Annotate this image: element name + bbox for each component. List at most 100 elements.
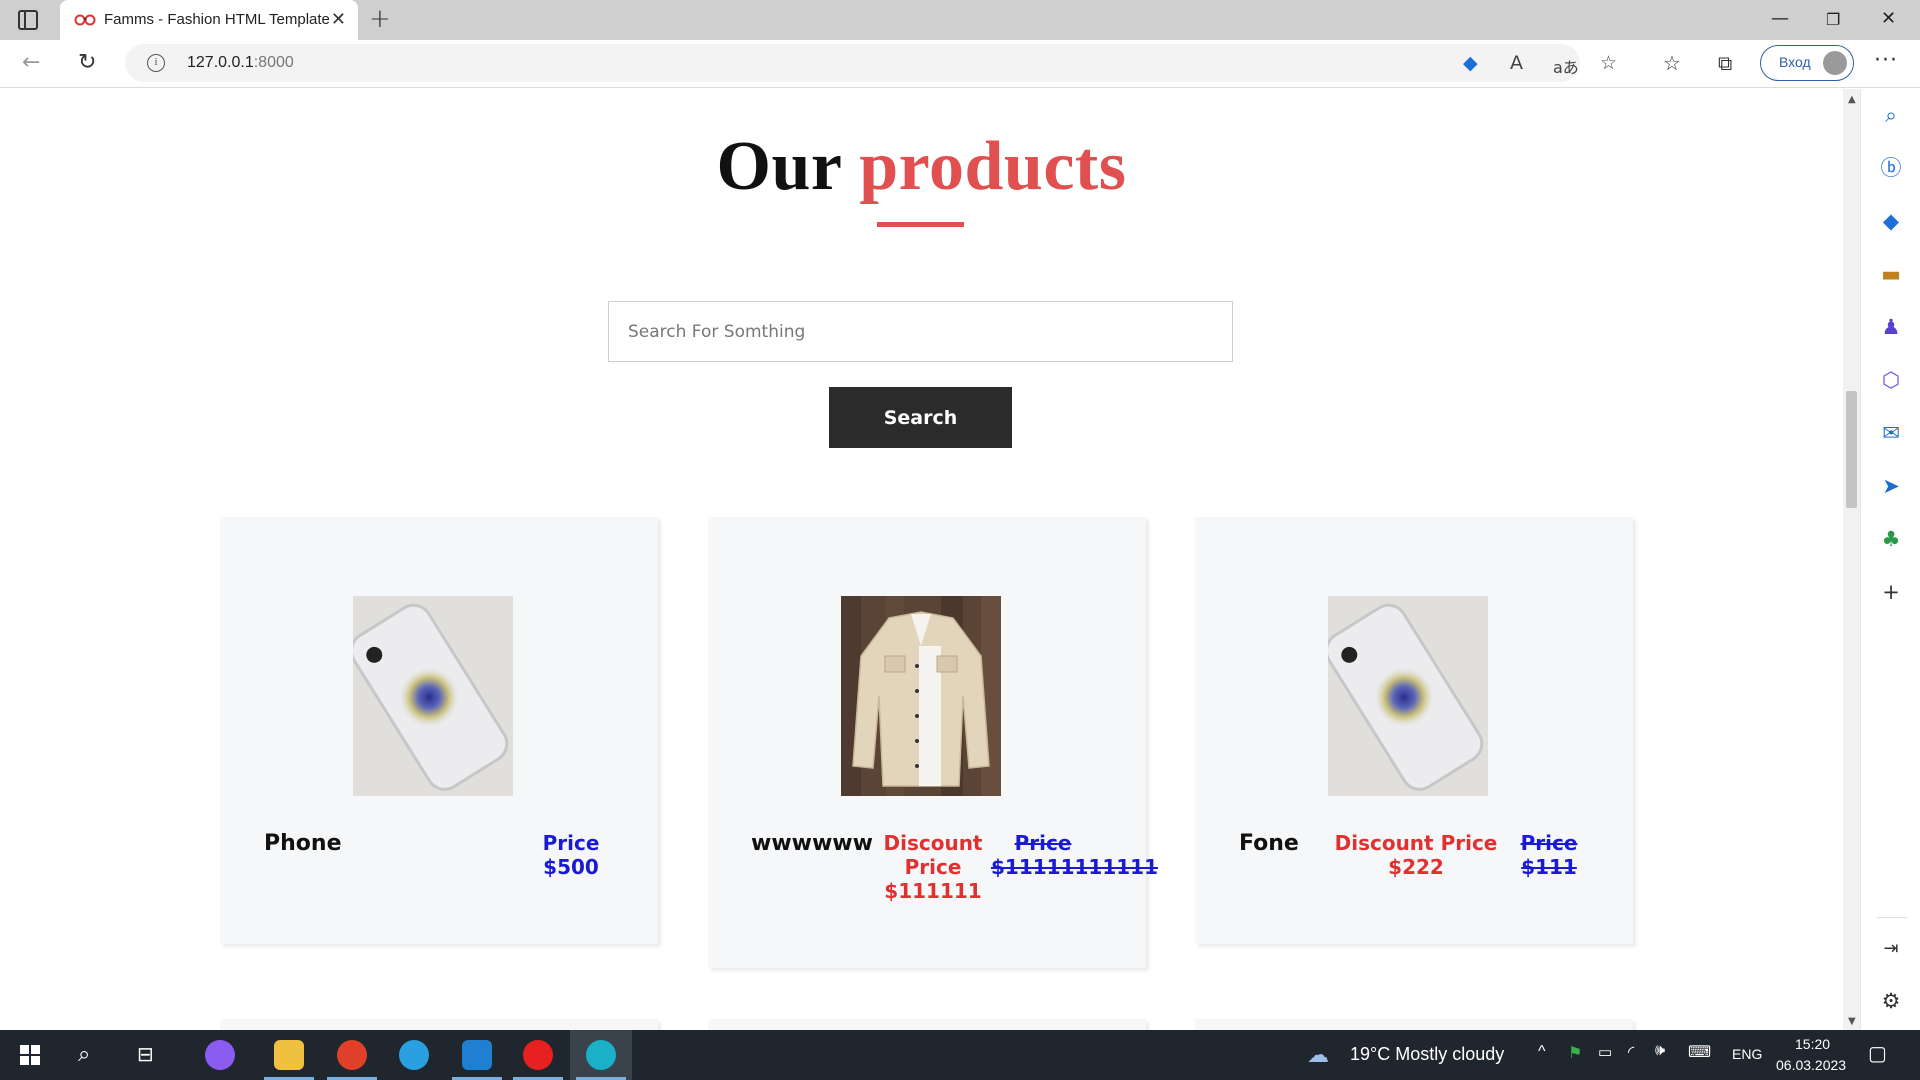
title-underline xyxy=(877,222,964,227)
weather-text[interactable]: 19°C Mostly cloudy xyxy=(1350,1044,1504,1065)
price-label: Price xyxy=(542,831,600,855)
chrome-icon[interactable] xyxy=(337,1040,367,1070)
office-icon[interactable]: ⬡ xyxy=(1879,368,1903,392)
tab-title: Famms - Fashion HTML Template xyxy=(104,11,330,28)
windows-start-icon[interactable] xyxy=(20,1045,40,1065)
scroll-up-arrow-icon[interactable]: ▲ xyxy=(1848,94,1856,105)
price-value: $500 xyxy=(543,855,599,879)
settings-gear-icon[interactable]: ⚙ xyxy=(1879,989,1903,1013)
translate-icon[interactable]: aあ xyxy=(1553,54,1579,78)
tab-actions-icon[interactable] xyxy=(18,10,38,30)
product-card-phone[interactable]: Phone Price $500 xyxy=(220,517,658,944)
address-bar[interactable]: i 127.0.0.1:8000 ◆ A aあ ☆ xyxy=(125,44,1617,82)
weather-cloud-icon[interactable]: ☁ xyxy=(1307,1042,1329,1068)
back-icon[interactable]: ← xyxy=(22,50,40,75)
flag-icon[interactable]: ⚑ xyxy=(1568,1043,1582,1063)
jacket-image xyxy=(841,596,1001,796)
close-window-icon[interactable]: ✕ xyxy=(1881,8,1896,29)
product-card-fone[interactable]: Fone Discount Price $222 Price $111 xyxy=(1195,517,1633,944)
add-icon[interactable]: + xyxy=(1879,580,1903,604)
send-icon[interactable]: ➤ xyxy=(1879,474,1903,498)
edge-taskbar-slot[interactable] xyxy=(570,1030,632,1080)
search-icon[interactable]: ⌕ xyxy=(1879,103,1903,127)
new-tab-icon[interactable]: + xyxy=(369,4,391,34)
old-price-value: $11111111111 xyxy=(991,855,1158,879)
product-image-phone[interactable] xyxy=(1328,596,1488,796)
keyboard-icon[interactable]: ⌨ xyxy=(1688,1042,1711,1062)
product-old-price: Price $11111111111 xyxy=(991,831,1158,879)
network-icon[interactable]: ◜ xyxy=(1628,1042,1634,1062)
edge-icon[interactable] xyxy=(586,1040,616,1070)
page-viewport: Our products Search For Somthing Search … xyxy=(0,89,1843,1030)
collections-icon[interactable]: ⧉ xyxy=(1718,51,1732,75)
tree-icon[interactable]: ♣ xyxy=(1879,527,1903,551)
search-button[interactable]: Search xyxy=(829,387,1012,448)
glasses-favicon-icon xyxy=(74,14,96,26)
scroll-thumb[interactable] xyxy=(1846,391,1857,508)
sign-in-label: Вход xyxy=(1779,54,1811,70)
page-title: Our products xyxy=(0,127,1843,207)
notifications-icon[interactable]: ▢ xyxy=(1868,1041,1887,1066)
tray-overflow-chevron-icon[interactable]: ^ xyxy=(1538,1043,1546,1061)
page-scrollbar[interactable]: ▲ ▼ xyxy=(1843,89,1860,1030)
discount-label: Discount xyxy=(883,831,983,855)
taskbar-search-icon[interactable]: ⌕ xyxy=(78,1041,90,1067)
product-name: Fone xyxy=(1239,831,1299,856)
url-port: :8000 xyxy=(253,54,294,71)
file-explorer-icon[interactable] xyxy=(274,1040,304,1070)
refresh-icon[interactable]: ↻ xyxy=(78,50,96,75)
bing-icon[interactable]: ⓑ xyxy=(1879,156,1903,180)
task-view-icon[interactable]: ⊟ xyxy=(137,1042,154,1067)
product-image-phone[interactable] xyxy=(353,596,513,796)
product-discount-price: Discount Price $111111 xyxy=(883,831,983,903)
sign-in-button[interactable]: Вход xyxy=(1760,45,1854,81)
product-price: Price $500 xyxy=(538,831,604,879)
product-card-partial[interactable] xyxy=(708,1019,1146,1030)
vscode-icon[interactable] xyxy=(462,1040,492,1070)
favorites-icon[interactable]: ☆ xyxy=(1663,51,1681,75)
old-price-label: Price xyxy=(1014,831,1072,855)
tools-icon[interactable]: ▬ xyxy=(1879,262,1903,286)
profile-avatar xyxy=(1823,51,1847,75)
product-card-wwwwww[interactable]: wwwwww Discount Price $111111 Price $111… xyxy=(708,517,1158,968)
shopping-icon[interactable]: ◆ xyxy=(1879,209,1903,233)
shopping-tag-icon[interactable]: ◆ xyxy=(1463,52,1478,74)
scroll-down-arrow-icon[interactable]: ▼ xyxy=(1848,1016,1856,1027)
tab-close-icon[interactable]: ✕ xyxy=(331,9,346,30)
old-price-label: Price xyxy=(1520,831,1578,855)
more-options-icon[interactable]: ··· xyxy=(1874,48,1898,73)
battery-icon[interactable]: ▭ xyxy=(1598,1043,1612,1061)
old-price-value: $111 xyxy=(1521,855,1577,879)
product-card-partial[interactable] xyxy=(220,1019,658,1030)
phone-image xyxy=(1328,596,1488,796)
site-info-icon[interactable]: i xyxy=(147,54,165,72)
read-aloud-icon[interactable]: A xyxy=(1510,52,1523,74)
telegram-icon[interactable] xyxy=(399,1040,429,1070)
product-card-partial[interactable] xyxy=(1195,1019,1633,1030)
discount-label: Discount Price xyxy=(1334,831,1498,855)
add-favorite-icon[interactable]: ☆ xyxy=(1600,52,1617,74)
restore-icon[interactable]: ❐ xyxy=(1826,10,1840,29)
discount-label-2: Price xyxy=(904,855,962,879)
games-icon[interactable]: ♟ xyxy=(1879,315,1903,339)
discount-value: $222 xyxy=(1388,855,1444,879)
title-word-products: products xyxy=(859,128,1127,205)
windows-taskbar: ⌕ ⊟ ☁ 19°C Mostly cloudy ^ ⚑ ▭ ◜ 🕪 ⌨ ENG… xyxy=(0,1030,1920,1080)
yandex-browser-icon[interactable] xyxy=(523,1040,553,1070)
clock-date[interactable]: 06.03.2023 xyxy=(1776,1057,1846,1073)
outlook-icon[interactable]: ✉ xyxy=(1879,421,1903,445)
tab-strip: Famms - Fashion HTML Template ✕ + — ❐ ✕ xyxy=(0,0,1920,40)
minimize-icon[interactable]: — xyxy=(1771,8,1789,29)
browser-tab[interactable]: Famms - Fashion HTML Template ✕ xyxy=(60,0,358,40)
clock-time[interactable]: 15:20 xyxy=(1795,1036,1830,1052)
search-input[interactable] xyxy=(608,301,1233,362)
phone-image xyxy=(353,596,513,796)
url-text[interactable]: 127.0.0.1:8000 xyxy=(187,54,294,72)
product-name: wwwwww xyxy=(751,831,873,856)
product-image-jacket[interactable] xyxy=(841,596,1001,796)
volume-icon[interactable]: 🕪 xyxy=(1655,1042,1665,1060)
hide-sidebar-icon[interactable]: ⇥ xyxy=(1879,937,1903,961)
alice-icon[interactable] xyxy=(205,1040,235,1070)
language-indicator[interactable]: ENG xyxy=(1732,1046,1762,1062)
edge-sidebar: ⌕ ⓑ ◆ ▬ ♟ ⬡ ✉ ➤ ♣ + ⇥ ⚙ xyxy=(1860,89,1920,1030)
